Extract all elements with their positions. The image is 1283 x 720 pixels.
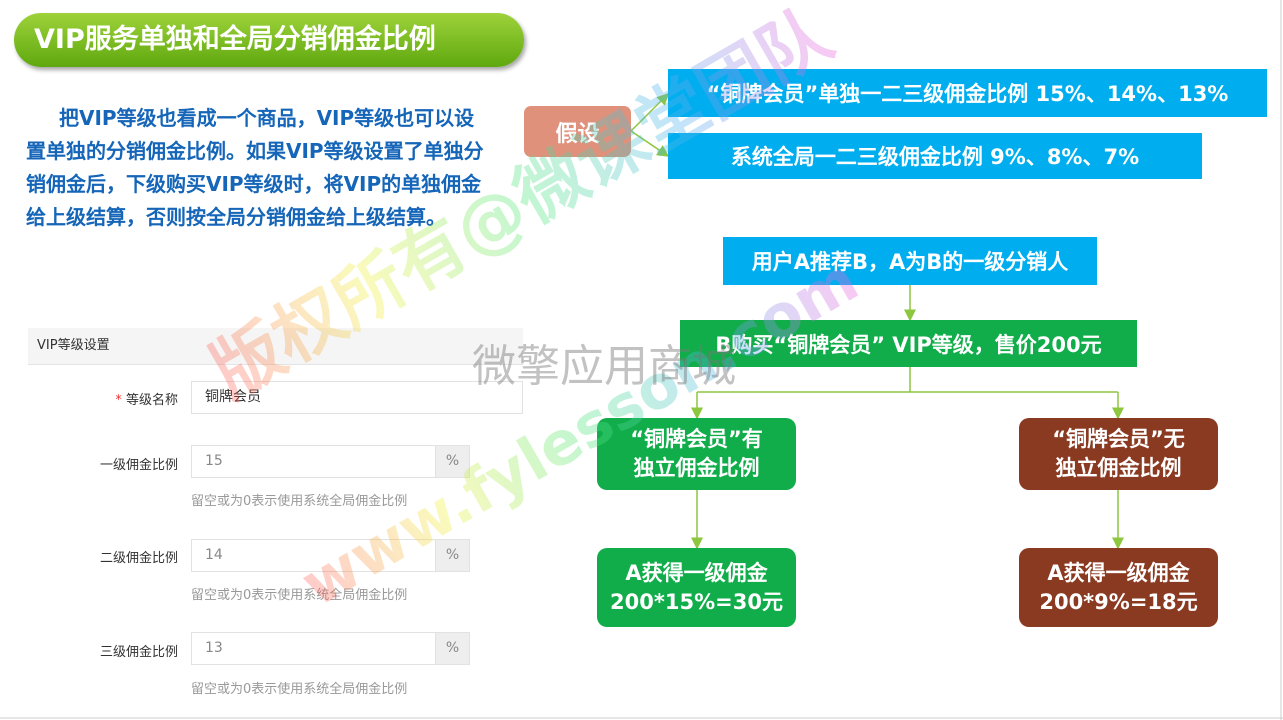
condition-line: 独立佣金比例 (1055, 456, 1182, 480)
step-purchase: B购买“铜牌会员” VIP等级，售价200元 (680, 320, 1137, 367)
result-line: 200*15%=30元 (610, 589, 783, 614)
condition-line: “铜牌会员”有 (630, 427, 763, 451)
condition-no-rate: “铜牌会员”无 独立佣金比例 (1019, 418, 1218, 490)
step-referral: 用户A推荐B，A为B的一级分销人 (723, 237, 1097, 285)
condition-line: “铜牌会员”无 (1052, 427, 1185, 451)
assumption-global-rates: 系统全局一二三级佣金比例 9%、8%、7% (668, 133, 1202, 179)
result-global-rate: A获得一级佣金 200*9%=18元 (1019, 548, 1218, 627)
assumption-label: 假设 (524, 106, 631, 157)
assumption-vip-rates: “铜牌会员”单独一二三级佣金比例 15%、14%、13% (668, 69, 1267, 117)
result-vip-rate: A获得一级佣金 200*15%=30元 (597, 548, 796, 627)
condition-has-rate: “铜牌会员”有 独立佣金比例 (597, 418, 796, 490)
result-line: A获得一级佣金 (1047, 560, 1190, 585)
result-line: 200*9%=18元 (1039, 589, 1198, 614)
result-line: A获得一级佣金 (625, 560, 768, 585)
condition-line: 独立佣金比例 (633, 456, 760, 480)
